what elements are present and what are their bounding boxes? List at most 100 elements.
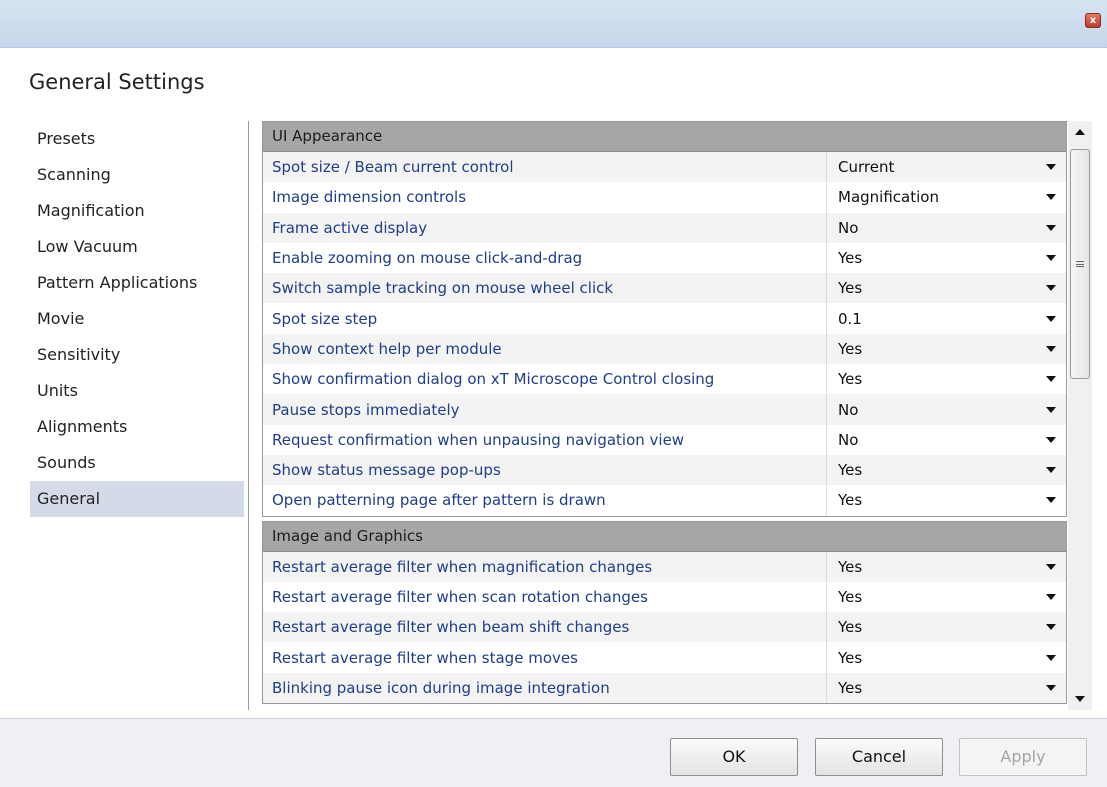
sidebar-item-sounds[interactable]: Sounds	[30, 445, 244, 481]
scroll-up-button[interactable]	[1068, 121, 1092, 143]
setting-label: Pause stops immediately	[263, 394, 827, 425]
setting-value-dropdown[interactable]: Magnification	[827, 182, 1066, 212]
setting-row[interactable]: Image dimension controls Magnification	[263, 182, 1066, 213]
dropdown-arrow-icon[interactable]	[1046, 285, 1056, 292]
setting-value-dropdown[interactable]: Yes	[827, 612, 1066, 642]
setting-row[interactable]: Spot size step 0.1	[263, 303, 1066, 334]
setting-value-dropdown[interactable]: Yes	[827, 455, 1066, 485]
setting-value: Yes	[838, 461, 863, 480]
dropdown-arrow-icon[interactable]	[1046, 594, 1056, 600]
sidebar-item-sensitivity[interactable]: Sensitivity	[30, 337, 244, 373]
apply-button[interactable]: Apply	[959, 738, 1087, 776]
scroll-down-icon	[1075, 696, 1085, 702]
dropdown-arrow-icon[interactable]	[1046, 497, 1056, 504]
setting-label: Show context help per module	[263, 333, 827, 365]
vertical-scrollbar[interactable]	[1068, 121, 1092, 710]
dropdown-arrow-icon[interactable]	[1046, 315, 1056, 322]
section-ui-appearance: UI Appearance Spot size / Beam current c…	[262, 121, 1067, 517]
setting-value: 0.1	[838, 309, 862, 328]
setting-row[interactable]: Show status message pop-ups Yes	[263, 454, 1066, 486]
setting-value: Yes	[838, 491, 863, 510]
dropdown-arrow-icon[interactable]	[1046, 224, 1056, 231]
setting-value: Yes	[838, 339, 863, 358]
setting-row[interactable]: Restart average filter when beam shift c…	[263, 612, 1066, 643]
setting-row[interactable]: Enable zooming on mouse click-and-drag Ye…	[263, 242, 1066, 274]
dropdown-arrow-icon[interactable]	[1046, 563, 1056, 570]
setting-value: Yes	[838, 370, 863, 389]
ok-button[interactable]: OK	[670, 738, 798, 776]
setting-value: Magnification	[838, 188, 939, 207]
settings-list: UI Appearance Spot size / Beam current c…	[262, 121, 1067, 710]
section-image-and-graphics: Image and Graphics Restart average filte…	[262, 520, 1067, 705]
setting-value-dropdown[interactable]: Yes	[827, 485, 1066, 515]
setting-label: Restart average filter when stage moves	[263, 642, 827, 673]
close-icon: x	[1089, 15, 1097, 26]
setting-value-dropdown[interactable]: Current	[827, 152, 1066, 182]
setting-row[interactable]: Show context help per module Yes	[263, 333, 1066, 365]
scroll-down-button[interactable]	[1068, 688, 1092, 710]
dropdown-arrow-icon[interactable]	[1046, 467, 1056, 474]
sidebar-item-units[interactable]: Units	[30, 373, 244, 409]
cancel-button[interactable]: Cancel	[815, 738, 943, 776]
dropdown-arrow-icon[interactable]	[1046, 345, 1056, 352]
setting-label: Enable zooming on mouse click-and-drag	[263, 242, 827, 274]
dropdown-arrow-icon[interactable]	[1046, 624, 1056, 631]
setting-row[interactable]: Blinking pause icon during image integra…	[263, 672, 1066, 704]
setting-row[interactable]: Spot size / Beam current control Current	[263, 152, 1066, 183]
setting-row[interactable]: Frame active display No	[263, 212, 1066, 243]
setting-value-dropdown[interactable]: Yes	[827, 364, 1066, 394]
setting-label: Spot size step	[263, 303, 827, 334]
title-bar: x	[0, 0, 1107, 48]
sidebar-item-alignments[interactable]: Alignments	[30, 409, 244, 445]
scroll-thumb[interactable]	[1070, 149, 1090, 379]
setting-row[interactable]: Restart average filter when scan rotatio…	[263, 581, 1066, 613]
dropdown-arrow-icon[interactable]	[1046, 684, 1056, 691]
sidebar-item-general[interactable]: General	[30, 481, 244, 517]
dropdown-arrow-icon[interactable]	[1046, 406, 1056, 413]
setting-value: Yes	[838, 618, 863, 637]
setting-value-dropdown[interactable]: No	[827, 213, 1066, 243]
setting-value-dropdown[interactable]: Yes	[827, 243, 1066, 273]
close-button[interactable]: x	[1085, 13, 1101, 28]
setting-row[interactable]: Request confirmation when unpausing navi…	[263, 424, 1066, 455]
setting-row[interactable]: Restart average filter when stage moves Y…	[263, 642, 1066, 673]
sidebar-item-magnification[interactable]: Magnification	[30, 193, 244, 229]
setting-value-dropdown[interactable]: No	[827, 425, 1066, 455]
window-title: General Settings	[29, 70, 205, 94]
setting-value: No	[838, 218, 859, 237]
sidebar-item-scanning[interactable]: Scanning	[30, 157, 244, 193]
footer: OK Cancel Apply	[0, 718, 1107, 787]
dropdown-arrow-icon[interactable]	[1046, 436, 1056, 443]
setting-row[interactable]: Open patterning page after pattern is dr…	[263, 485, 1066, 516]
setting-row[interactable]: Restart average filter when magnificatio…	[263, 551, 1066, 582]
setting-value-dropdown[interactable]: Yes	[827, 673, 1066, 703]
setting-label: Image dimension controls	[263, 182, 827, 213]
setting-value-dropdown[interactable]: Yes	[827, 582, 1066, 612]
setting-value-dropdown[interactable]: Yes	[827, 642, 1066, 672]
setting-label: Restart average filter when beam shift c…	[263, 612, 827, 643]
dropdown-arrow-icon[interactable]	[1046, 194, 1056, 201]
setting-value-dropdown[interactable]: No	[827, 394, 1066, 424]
setting-value: Yes	[838, 648, 863, 667]
setting-row[interactable]: Show confirmation dialog on xT Microscop…	[263, 364, 1066, 395]
dropdown-arrow-icon[interactable]	[1046, 376, 1056, 383]
setting-row[interactable]: Switch sample tracking on mouse wheel cl…	[263, 273, 1066, 304]
sidebar-item-presets[interactable]: Presets	[30, 121, 244, 157]
setting-value-dropdown[interactable]: Yes	[827, 273, 1066, 303]
setting-label: Show status message pop-ups	[263, 454, 827, 486]
section-header[interactable]: UI Appearance	[263, 122, 1066, 152]
setting-value: Yes	[838, 249, 863, 268]
setting-value-dropdown[interactable]: Yes	[827, 334, 1066, 364]
setting-row[interactable]: Pause stops immediately No	[263, 394, 1066, 425]
setting-label: Restart average filter when magnificatio…	[263, 551, 827, 582]
section-header[interactable]: Image and Graphics	[263, 521, 1066, 552]
sidebar-item-pattern-applications[interactable]: Pattern Applications	[30, 265, 244, 301]
dropdown-arrow-icon[interactable]	[1046, 164, 1056, 171]
setting-value: No	[838, 430, 859, 449]
dropdown-arrow-icon[interactable]	[1046, 255, 1056, 262]
sidebar-item-low-vacuum[interactable]: Low Vacuum	[30, 229, 244, 265]
sidebar-item-movie[interactable]: Movie	[30, 301, 244, 337]
dropdown-arrow-icon[interactable]	[1046, 654, 1056, 661]
setting-value-dropdown[interactable]: Yes	[827, 552, 1066, 582]
setting-value-dropdown[interactable]: 0.1	[827, 303, 1066, 333]
